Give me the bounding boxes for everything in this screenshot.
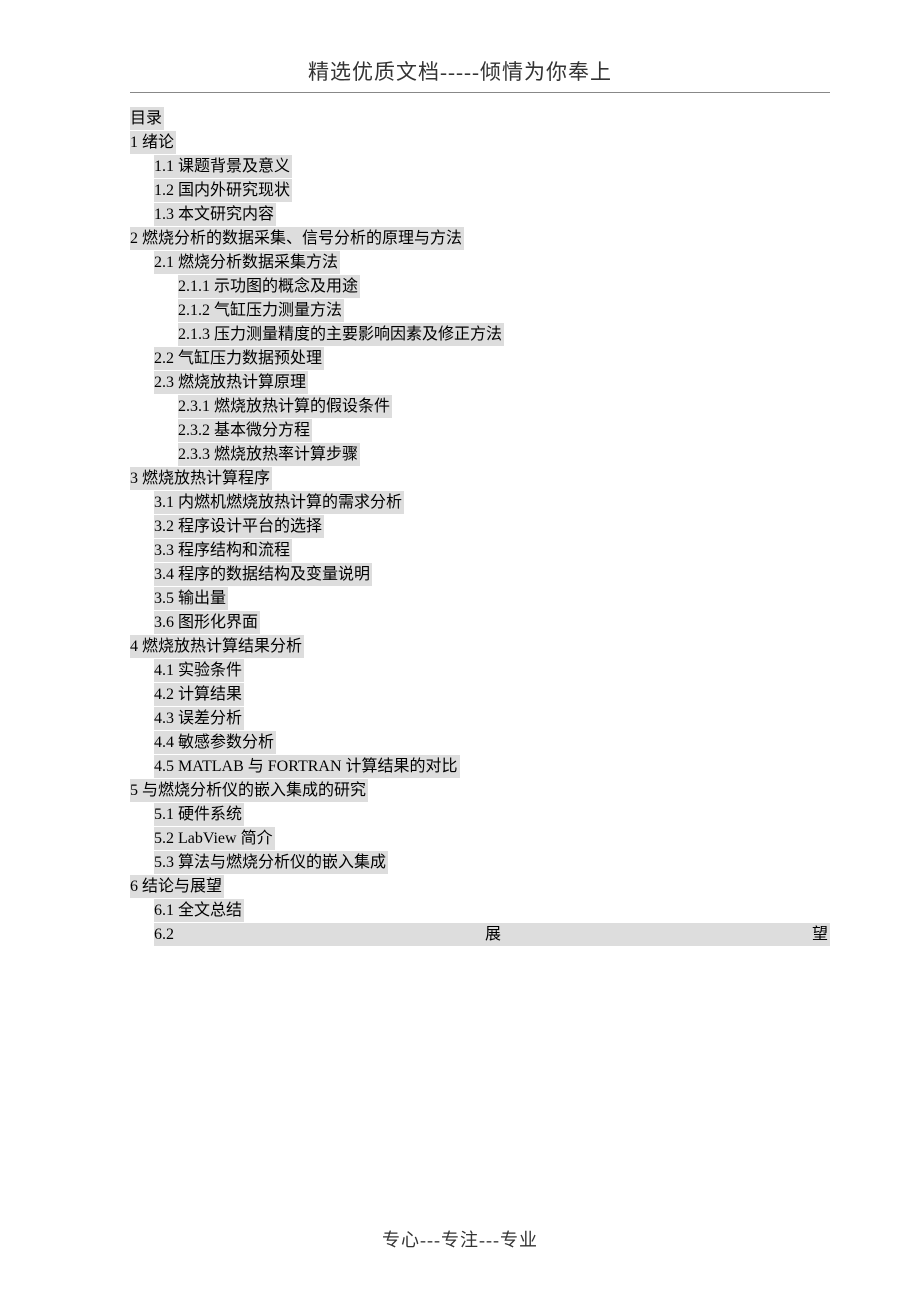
toc-entry: 1 绪论: [130, 131, 830, 155]
header-rule: [130, 92, 830, 93]
toc-text: 5.1 硬件系统: [154, 803, 244, 826]
toc-text: 2.3 燃烧放热计算原理: [154, 371, 308, 394]
toc-text: 2.2 气缸压力数据预处理: [154, 347, 324, 370]
toc-entry: 2.1.3 压力测量精度的主要影响因素及修正方法: [178, 323, 830, 347]
toc-entry: 4.4 敏感参数分析: [154, 731, 830, 755]
toc-text: 2.1 燃烧分析数据采集方法: [154, 251, 340, 274]
toc-text: 5 与燃烧分析仪的嵌入集成的研究: [130, 779, 368, 802]
toc-text: 1.1 课题背景及意义: [154, 155, 292, 178]
toc-entry: 1.3 本文研究内容: [154, 203, 830, 227]
toc-entry: 目录: [130, 107, 830, 131]
toc-text: 3 燃烧放热计算程序: [130, 467, 272, 490]
toc-text: 2.1.3 压力测量精度的主要影响因素及修正方法: [178, 323, 504, 346]
toc-text: 3.3 程序结构和流程: [154, 539, 292, 562]
toc-text: 2.1.2 气缸压力测量方法: [178, 299, 344, 322]
toc-entry: 1.2 国内外研究现状: [154, 179, 830, 203]
toc-container: 目录1 绪论1.1 课题背景及意义1.2 国内外研究现状1.3 本文研究内容2 …: [130, 107, 830, 946]
toc-entry: 6.1 全文总结: [154, 899, 830, 923]
toc-entry: 4.2 计算结果: [154, 683, 830, 707]
toc-text: 5.2 LabView 简介: [154, 827, 275, 850]
toc-entry-last: 6.2 展 望: [154, 923, 830, 946]
toc-entry: 5.3 算法与燃烧分析仪的嵌入集成: [154, 851, 830, 875]
toc-text: 2.3.1 燃烧放热计算的假设条件: [178, 395, 392, 418]
toc-entry: 2.3.1 燃烧放热计算的假设条件: [178, 395, 830, 419]
toc-entry: 2.1.1 示功图的概念及用途: [178, 275, 830, 299]
toc-text: 4.5 MATLAB 与 FORTRAN 计算结果的对比: [154, 755, 460, 778]
toc-text: 3.5 输出量: [154, 587, 228, 610]
toc-text: 4.4 敏感参数分析: [154, 731, 276, 754]
toc-entry: 4.5 MATLAB 与 FORTRAN 计算结果的对比: [154, 755, 830, 779]
toc-entry: 2.3 燃烧放热计算原理: [154, 371, 830, 395]
toc-entry: 3.5 输出量: [154, 587, 830, 611]
toc-entry: 5.1 硬件系统: [154, 803, 830, 827]
toc-text: 2.3.2 基本微分方程: [178, 419, 312, 442]
toc-text: 4.2 计算结果: [154, 683, 244, 706]
toc-entry: 3 燃烧放热计算程序: [130, 467, 830, 491]
toc-entry: 3.4 程序的数据结构及变量说明: [154, 563, 830, 587]
toc-entry: 3.3 程序结构和流程: [154, 539, 830, 563]
toc-entry: 4.3 误差分析: [154, 707, 830, 731]
toc-text: 3.6 图形化界面: [154, 611, 260, 634]
toc-text: 3.2 程序设计平台的选择: [154, 515, 324, 538]
toc-entry: 5.2 LabView 简介: [154, 827, 830, 851]
toc-entry: 2.3.3 燃烧放热率计算步骤: [178, 443, 830, 467]
toc-text: 4 燃烧放热计算结果分析: [130, 635, 304, 658]
toc-entry: 3.1 内燃机燃烧放热计算的需求分析: [154, 491, 830, 515]
page-footer: 专心---专注---专业: [0, 1226, 920, 1252]
toc-text: 4.3 误差分析: [154, 707, 244, 730]
toc-entry: 4 燃烧放热计算结果分析: [130, 635, 830, 659]
toc-text: 6 结论与展望: [130, 875, 224, 898]
toc-text: 6.1 全文总结: [154, 899, 244, 922]
toc-text: 2.1.1 示功图的概念及用途: [178, 275, 360, 298]
toc-text: 目录: [130, 107, 164, 130]
toc-entry: 2.3.2 基本微分方程: [178, 419, 830, 443]
toc-entry: 2.1 燃烧分析数据采集方法: [154, 251, 830, 275]
toc-text: 3.4 程序的数据结构及变量说明: [154, 563, 372, 586]
toc-text: 1.2 国内外研究现状: [154, 179, 292, 202]
toc-text: 3.1 内燃机燃烧放热计算的需求分析: [154, 491, 404, 514]
toc-entry: 5 与燃烧分析仪的嵌入集成的研究: [130, 779, 830, 803]
toc-entry: 6 结论与展望: [130, 875, 830, 899]
toc-entry: 2.1.2 气缸压力测量方法: [178, 299, 830, 323]
toc-text: 4.1 实验条件: [154, 659, 244, 682]
toc-entry: 2 燃烧分析的数据采集、信号分析的原理与方法: [130, 227, 830, 251]
toc-entry: 3.6 图形化界面: [154, 611, 830, 635]
toc-last-right: 望: [812, 923, 828, 946]
toc-entry: 3.2 程序设计平台的选择: [154, 515, 830, 539]
toc-text: 2 燃烧分析的数据采集、信号分析的原理与方法: [130, 227, 464, 250]
toc-text: 2.3.3 燃烧放热率计算步骤: [178, 443, 360, 466]
toc-entry: 1.1 课题背景及意义: [154, 155, 830, 179]
page-header: 精选优质文档-----倾情为你奉上: [0, 0, 920, 92]
toc-text: 5.3 算法与燃烧分析仪的嵌入集成: [154, 851, 388, 874]
toc-text: 1 绪论: [130, 131, 176, 154]
toc-last-mid: 展: [485, 923, 501, 946]
toc-last-left: 6.2: [154, 923, 174, 946]
toc-text: 1.3 本文研究内容: [154, 203, 276, 226]
toc-entry: 4.1 实验条件: [154, 659, 830, 683]
toc-entry: 2.2 气缸压力数据预处理: [154, 347, 830, 371]
